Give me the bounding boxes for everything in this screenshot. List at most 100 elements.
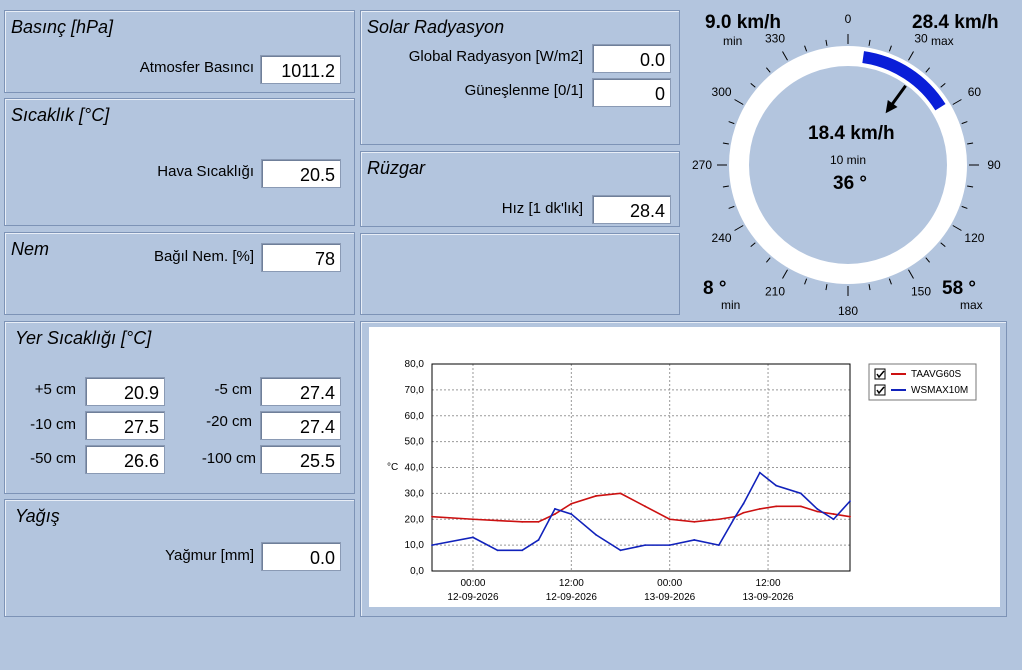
data-point-TAAVG60S xyxy=(554,513,556,515)
pressure-value: 1011.2 xyxy=(260,55,341,84)
gauge-tick xyxy=(728,121,735,125)
data-point-WSMAX10M xyxy=(758,471,761,474)
gauge-label-0: 0 xyxy=(845,12,852,26)
gauge-tick xyxy=(967,142,974,145)
series-line-TAAVG60S xyxy=(431,492,851,523)
gauge-max-direction: 58 ° xyxy=(942,278,977,299)
gauge-tick xyxy=(961,205,968,209)
humidity-label: Bağıl Nem. [%] xyxy=(153,248,254,265)
gauge-label-240: 240 xyxy=(712,231,732,245)
solar-title: Solar Radyasyon xyxy=(367,17,505,37)
data-point-WSMAX10M xyxy=(775,484,778,487)
gauge-tick xyxy=(952,99,962,105)
data-point-TAAVG60S xyxy=(742,511,745,514)
data-point-WSMAX10M xyxy=(570,513,573,515)
global-radiation-label: Global Radyasyon [W/m2] xyxy=(408,48,583,65)
rain-panel: Yağış Yağmur [mm] 0.0 xyxy=(4,499,355,617)
ground-label-minus20: -20 cm xyxy=(206,413,252,430)
gauge-max-speed: 28.4 km/h xyxy=(912,12,999,33)
x-tick-time: 00:00 xyxy=(460,578,485,589)
gauge-label-150: 150 xyxy=(911,284,931,298)
gauge-tick xyxy=(868,39,871,46)
data-point-WSMAX10M xyxy=(472,536,474,539)
legend-checkbox xyxy=(874,384,886,396)
gauge-label-180: 180 xyxy=(838,304,858,318)
x-tick-time: 00:00 xyxy=(657,578,682,589)
data-point-TAAVG60S xyxy=(832,513,835,515)
ground-label-minus5: -5 cm xyxy=(214,381,253,398)
humidity-title: Nem xyxy=(11,239,50,259)
data-point-TAAVG60S xyxy=(496,519,499,522)
y-tick-label: 10,0 xyxy=(405,540,425,551)
x-tick-time: 12:00 xyxy=(559,578,584,589)
temperature-title: Sıcaklık [°C] xyxy=(11,105,110,125)
data-point-TAAVG60S xyxy=(849,515,851,518)
gauge-tick xyxy=(728,205,735,209)
series-line-WSMAX10M xyxy=(431,471,851,552)
gauge-tick xyxy=(888,45,892,52)
temperature-wind-chart: 80,0 70,0 60,0 50,0 40,0 30,0 20,0 10,0 0,0 00:00… xyxy=(369,327,1000,607)
gauge-tick xyxy=(782,51,788,61)
x-tick-date: 12-09-2026 xyxy=(447,592,499,603)
ground-label-minus10: -10 cm xyxy=(30,416,76,433)
gauge-max-speed-caption: max xyxy=(931,34,954,48)
gauge-tick xyxy=(825,39,828,46)
data-point-WSMAX10M xyxy=(521,549,524,552)
data-point-WSMAX10M xyxy=(496,549,499,552)
data-point-WSMAX10M xyxy=(734,515,737,518)
data-point-TAAVG60S xyxy=(570,502,573,505)
gauge-label-60: 60 xyxy=(968,85,982,99)
legend-checkbox xyxy=(874,368,886,380)
x-tick-time: 12:00 xyxy=(756,578,781,589)
data-point-WSMAX10M xyxy=(717,544,720,547)
wind-panel: Rüzgar Hız [1 dk'lık] 28.4 xyxy=(360,151,680,227)
chart-svg: 80,0 70,0 60,0 50,0 40,0 30,0 20,0 10,0 0,0 00:00… xyxy=(387,359,977,603)
ground-label-minus100: -100 cm xyxy=(201,450,256,467)
ground-value-minus5: 27.4 xyxy=(260,377,341,406)
gauge-label-120: 120 xyxy=(964,231,984,245)
humidity-panel: Nem Bağıl Nem. [%] 78 xyxy=(4,232,355,315)
ground-temperature-panel: Yer Sıcaklığı [°C] +5 cm 20.9 -5 cm 27.4… xyxy=(4,321,355,494)
ground-label-minus50: -50 cm xyxy=(30,450,76,467)
gauge-tick xyxy=(908,269,914,279)
gauge-min-direction: 8 ° xyxy=(703,278,727,299)
ground-title: Yer Sıcaklığı [°C] xyxy=(15,328,152,348)
y-tick-label: 30,0 xyxy=(405,488,425,499)
data-point-WSMAX10M xyxy=(849,500,851,503)
data-point-TAAVG60S xyxy=(668,518,671,521)
y-tick-label: 80,0 xyxy=(405,359,425,370)
ground-value-minus50: 26.6 xyxy=(85,445,165,474)
gauge-tick xyxy=(765,67,771,73)
gauge-tick xyxy=(722,185,729,188)
gauge-label-270: 270 xyxy=(692,158,712,172)
legend-label: TAAVG60S xyxy=(911,369,962,380)
data-point-WSMAX10M xyxy=(693,539,696,541)
gauge-label-90: 90 xyxy=(987,158,1001,172)
gauge-min-direction-caption: min xyxy=(721,298,741,312)
y-axis-label: °C xyxy=(387,462,398,473)
gauge-label-300: 300 xyxy=(712,85,732,99)
data-point-WSMAX10M xyxy=(537,539,540,541)
wind-speed-label: Hız [1 dk'lık] xyxy=(501,200,583,217)
empty-panel xyxy=(360,233,680,315)
wind-title: Rüzgar xyxy=(367,158,426,178)
x-tick-date: 12-09-2026 xyxy=(546,592,598,603)
data-point-WSMAX10M xyxy=(816,508,819,510)
data-point-WSMAX10M xyxy=(832,518,835,521)
ground-value-plus5: 20.9 xyxy=(85,377,165,406)
data-point-WSMAX10M xyxy=(799,492,802,495)
gauge-max-direction-caption: max xyxy=(960,298,983,312)
x-tick-date: 13-09-2026 xyxy=(644,592,696,603)
data-point-WSMAX10M xyxy=(619,549,622,552)
gauge-tick xyxy=(750,242,756,248)
sunshine-label: Güneşlenme [0/1] xyxy=(464,82,583,99)
wind-speed-value: 28.4 xyxy=(592,195,671,224)
gauge-tick xyxy=(925,67,931,73)
data-point-TAAVG60S xyxy=(799,505,802,508)
data-point-TAAVG60S xyxy=(644,505,646,508)
ground-value-minus10: 27.5 xyxy=(85,411,165,440)
data-point-TAAVG60S xyxy=(472,518,474,521)
temperature-panel: Sıcaklık [°C] Hava Sıcaklığı 20.5 xyxy=(4,98,355,226)
y-tick-label: 40,0 xyxy=(405,463,425,474)
gauge-tick xyxy=(925,257,931,263)
